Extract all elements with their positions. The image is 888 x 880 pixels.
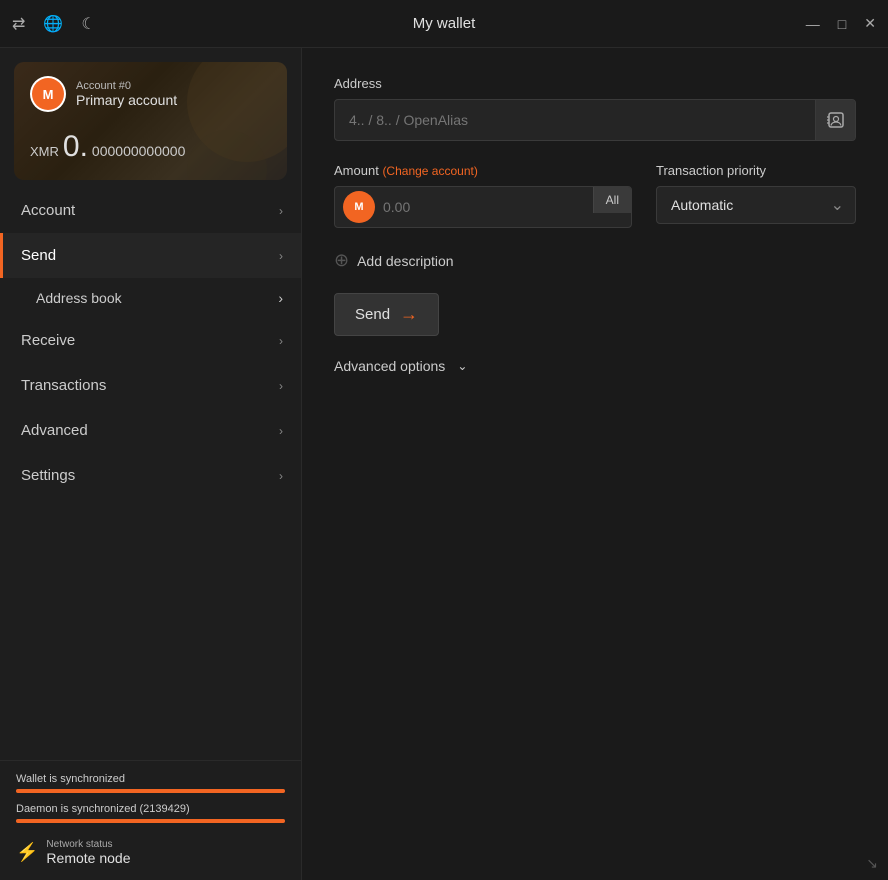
maximize-button[interactable]: □ [838, 16, 846, 32]
amount-input-row: M All [334, 186, 632, 228]
sidebar-item-send[interactable]: Send › [0, 233, 301, 278]
network-status-label: Network status [46, 839, 130, 850]
sidebar-item-address-book[interactable]: Address book › [0, 278, 301, 318]
priority-label: Transaction priority [656, 163, 856, 178]
monero-icon: M [32, 78, 64, 110]
advanced-options-row[interactable]: Advanced options ⌄ [334, 358, 856, 374]
all-button[interactable]: All [593, 187, 631, 213]
address-book-icon [827, 112, 845, 128]
add-description-row[interactable]: ⊕ Add description [334, 250, 856, 271]
moon-icon[interactable]: ☾ [81, 14, 95, 34]
chevron-right-icon: › [279, 469, 283, 483]
main-layout: M Account #0 Primary account XMR 0. 0000… [0, 48, 888, 880]
content-area: Address Amount (Change account) [302, 48, 888, 880]
chevron-right-icon: › [279, 379, 283, 393]
account-label: Account [21, 202, 75, 219]
account-number: Account #0 [76, 80, 177, 92]
address-label: Address [334, 76, 856, 91]
account-info: Account #0 Primary account [76, 80, 177, 108]
priority-select-wrapper: Automatic Slow Normal Fast [656, 186, 856, 224]
amount-label: Amount (Change account) [334, 163, 632, 178]
account-name: Primary account [76, 92, 177, 108]
network-text: Network status Remote node [46, 839, 130, 866]
nav-section: Account › Send › Address book › Receive … [0, 188, 301, 760]
sidebar-item-transactions[interactable]: Transactions › [0, 363, 301, 408]
monero-logo: M [30, 76, 66, 112]
wallet-sync-label: Wallet is synchronized [16, 773, 285, 785]
amount-input[interactable] [383, 199, 593, 215]
balance-currency: XMR [30, 144, 59, 159]
sidebar-item-account[interactable]: Account › [0, 188, 301, 233]
sidebar-item-settings[interactable]: Settings › [0, 453, 301, 498]
advanced-options-label: Advanced options [334, 358, 445, 374]
address-input-row [334, 99, 856, 141]
daemon-sync-label: Daemon is synchronized (2139429) [16, 803, 285, 815]
add-description-label: Add description [357, 253, 454, 269]
chevron-down-icon: ⌄ [457, 359, 467, 373]
account-card: M Account #0 Primary account XMR 0. 0000… [14, 62, 287, 180]
network-status: ⚡ Network status Remote node [16, 833, 285, 872]
amount-priority-row: Amount (Change account) M All Transactio… [334, 163, 856, 228]
send-label: Send [21, 247, 56, 264]
priority-select[interactable]: Automatic Slow Normal Fast [656, 186, 856, 224]
titlebar-controls: — □ ✕ [806, 15, 876, 32]
plus-circle-icon: ⊕ [334, 250, 349, 271]
wallet-sync-fill [16, 789, 285, 793]
receive-label: Receive [21, 332, 75, 349]
sidebar-item-advanced[interactable]: Advanced › [0, 408, 301, 453]
daemon-sync-bar [16, 819, 285, 823]
close-button[interactable]: ✕ [864, 15, 876, 32]
balance-decimals: 000000000000 [92, 143, 185, 159]
advanced-label: Advanced [21, 422, 88, 439]
monero-coin-icon: M [343, 191, 375, 223]
priority-section: Transaction priority Automatic Slow Norm… [656, 163, 856, 224]
address-input[interactable] [335, 102, 815, 138]
titlebar: ⇄ 🌐 ☾ My wallet — □ ✕ [0, 0, 888, 48]
balance-whole: 0. [63, 130, 88, 164]
sidebar-item-receive[interactable]: Receive › [0, 318, 301, 363]
globe-icon[interactable]: 🌐 [43, 14, 63, 34]
transfer-icon[interactable]: ⇄ [12, 14, 25, 34]
send-button[interactable]: Send → [334, 293, 439, 336]
window-title: My wallet [413, 15, 476, 32]
account-header: M Account #0 Primary account [30, 76, 271, 112]
daemon-sync-fill [16, 819, 285, 823]
chevron-right-icon: › [279, 334, 283, 348]
address-book-label: Address book [36, 290, 122, 306]
chevron-right-icon: › [278, 290, 283, 306]
network-status-value: Remote node [46, 850, 130, 866]
lightning-icon: ⚡ [16, 842, 38, 863]
balance-row: XMR 0. 000000000000 [30, 130, 271, 164]
send-arrow-icon: → [400, 304, 418, 325]
address-book-icon-button[interactable] [815, 100, 855, 140]
send-button-label: Send [355, 306, 390, 323]
chevron-right-icon: › [279, 204, 283, 218]
titlebar-left-icons: ⇄ 🌐 ☾ [12, 14, 96, 34]
transactions-label: Transactions [21, 377, 106, 394]
sidebar: M Account #0 Primary account XMR 0. 0000… [0, 48, 302, 880]
minimize-button[interactable]: — [806, 16, 820, 32]
resize-handle[interactable]: ↘ [866, 855, 878, 872]
settings-label: Settings [21, 467, 75, 484]
chevron-right-icon: › [279, 249, 283, 263]
change-account-link[interactable]: (Change account) [382, 164, 477, 178]
sync-section: Wallet is synchronized Daemon is synchro… [0, 760, 301, 880]
wallet-sync-bar [16, 789, 285, 793]
chevron-right-icon: › [279, 424, 283, 438]
amount-section: Amount (Change account) M All [334, 163, 632, 228]
